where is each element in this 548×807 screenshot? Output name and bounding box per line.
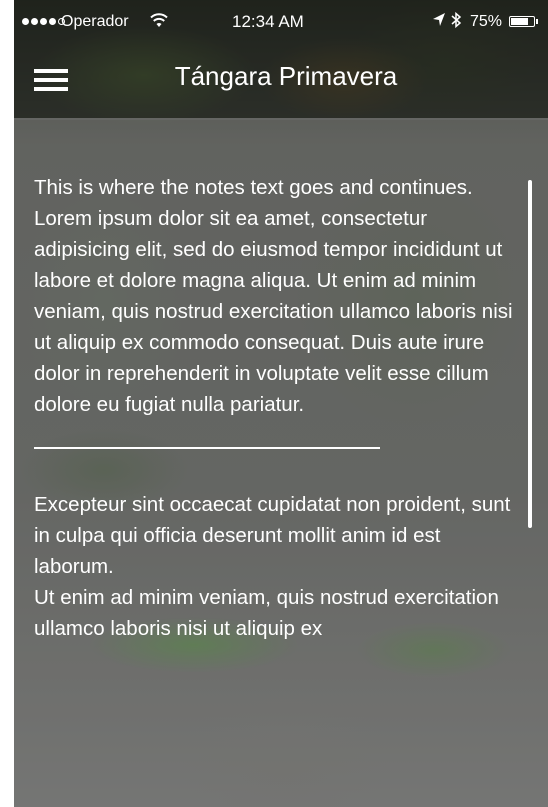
bluetooth-icon	[450, 11, 462, 34]
battery-percent: 75%	[470, 13, 503, 30]
wifi-icon	[150, 12, 168, 33]
notes-paragraph: This is where the notes text goes and co…	[34, 176, 513, 416]
battery-icon	[509, 16, 535, 27]
notes-paragraph: Excepteur sint occaecat cupidatat non pr…	[34, 493, 511, 578]
page-title: Tángara Primavera	[174, 61, 398, 91]
location-arrow-icon	[432, 12, 446, 33]
notes-text-area[interactable]: This is where the notes text goes and co…	[34, 172, 514, 706]
phone-screen: Operador 12:34 AM 75% Tángara Primavera …	[14, 0, 548, 807]
navigation-bar: Tángara Primavera	[14, 44, 548, 120]
carrier-name: Operador	[61, 13, 129, 30]
clock: 12:34 AM	[232, 12, 304, 31]
notes-paragraph: Ut enim ad minim veniam, quis nostrud ex…	[34, 586, 499, 640]
scrollbar[interactable]	[528, 180, 532, 528]
signal-strength-icon	[22, 18, 65, 25]
notes-divider	[34, 447, 380, 449]
battery-cap	[536, 19, 538, 24]
status-bar: Operador 12:34 AM 75%	[14, 0, 548, 44]
